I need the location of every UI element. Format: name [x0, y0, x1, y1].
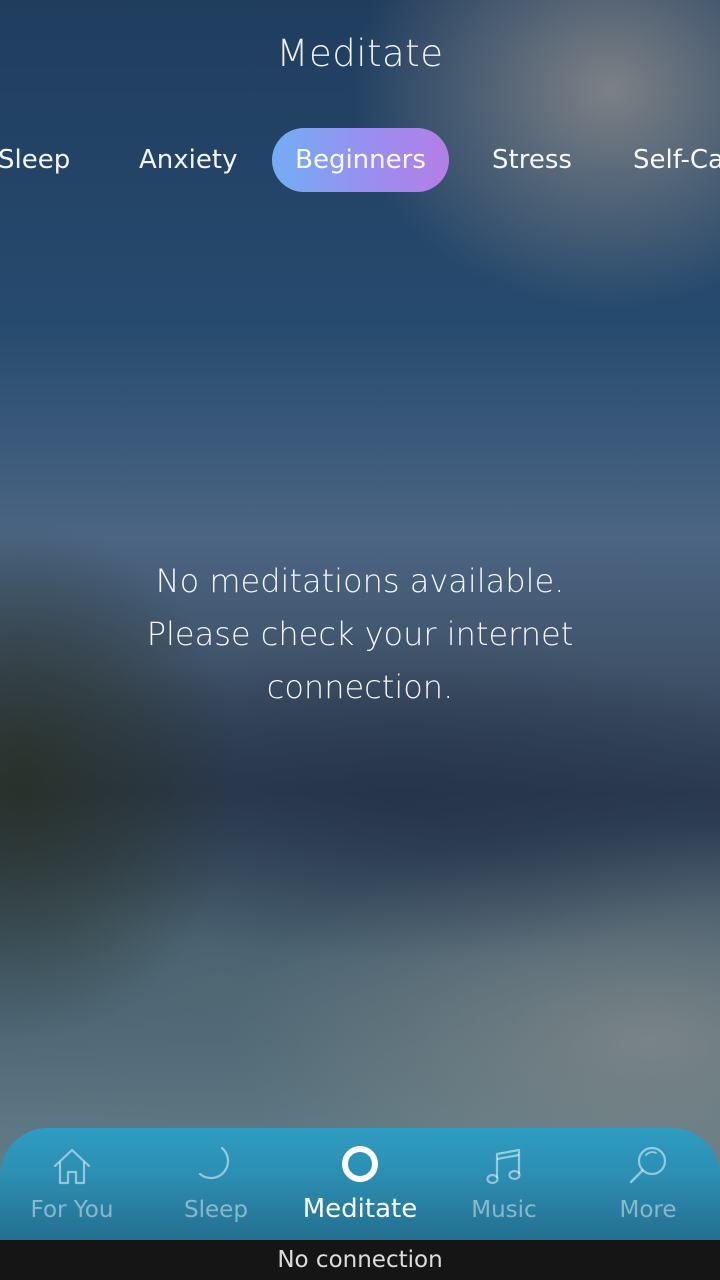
ring-icon: [342, 1146, 378, 1182]
empty-message-line: No meditations available.: [155, 562, 565, 600]
nav-item-sleep[interactable]: Sleep: [144, 1128, 288, 1240]
nav-label: Meditate: [302, 1194, 418, 1224]
nav-item-meditate[interactable]: Meditate: [288, 1128, 432, 1240]
tab-stress[interactable]: Stress: [492, 128, 572, 192]
nav-item-for-you[interactable]: For You: [0, 1128, 144, 1240]
nav-item-more[interactable]: More: [576, 1128, 720, 1240]
bottom-nav-bar: For You Sleep Meditate Music More: [0, 1128, 720, 1240]
search-icon: [629, 1146, 667, 1184]
tab-sleep[interactable]: Sleep: [0, 128, 70, 192]
empty-message-line: Please check your internet: [146, 615, 574, 653]
nav-label: For You: [30, 1197, 114, 1223]
connection-status-text: No connection: [277, 1247, 443, 1273]
page-title: Meditate: [276, 32, 444, 75]
tab-beginners[interactable]: Beginners: [272, 128, 449, 192]
home-icon: [53, 1148, 91, 1185]
empty-message-line: connection.: [266, 668, 454, 706]
connection-status-bar: No connection: [0, 1240, 720, 1280]
nav-label: More: [619, 1197, 677, 1223]
meditate-screen: Meditate Sleep Anxiety Beginners Stress …: [0, 0, 720, 1280]
nav-label: Music: [471, 1197, 537, 1223]
nav-item-music[interactable]: Music: [432, 1128, 576, 1240]
nav-label: Sleep: [184, 1197, 248, 1223]
empty-state-message: No meditations available. Please check y…: [110, 555, 610, 714]
music-note-icon: [486, 1148, 521, 1185]
moon-icon: [198, 1146, 230, 1180]
tab-anxiety[interactable]: Anxiety: [139, 128, 237, 192]
category-tabs: Sleep Anxiety Beginners Stress Self-Ca: [0, 128, 720, 192]
tab-self-care[interactable]: Self-Ca: [633, 128, 720, 192]
